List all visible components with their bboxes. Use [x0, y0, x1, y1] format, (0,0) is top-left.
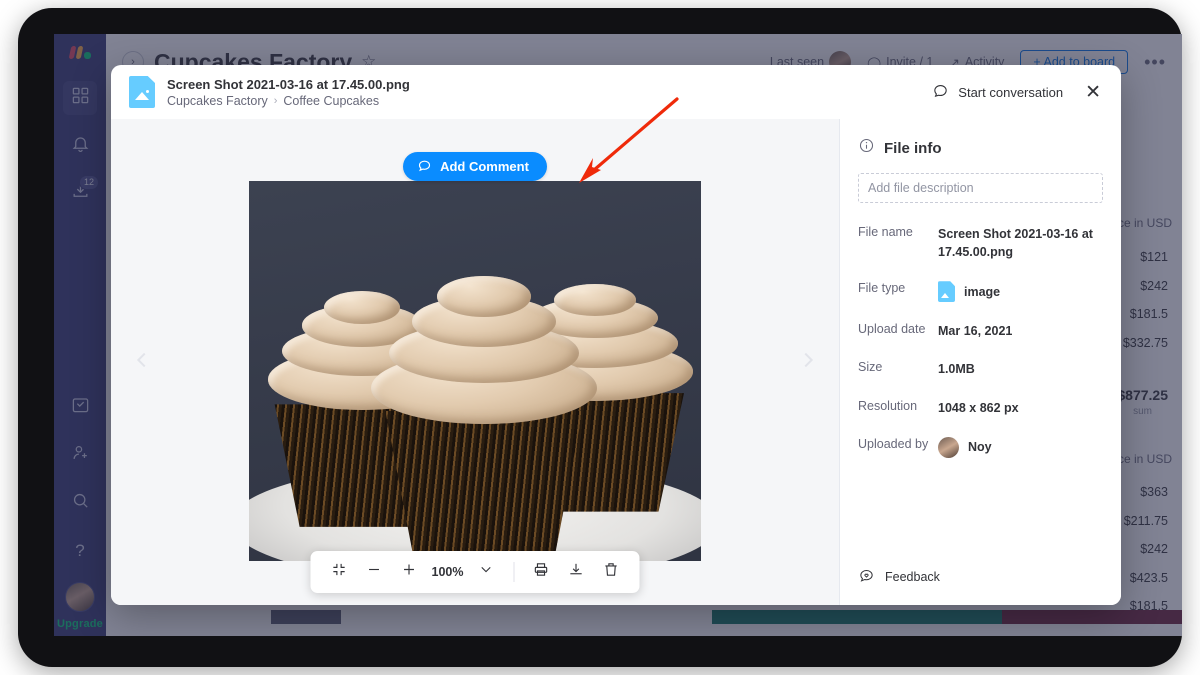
info-value: 1048 x 862 px: [938, 399, 1103, 417]
chat-bubble-icon: [932, 82, 949, 102]
file-info-title-row: File info: [858, 137, 1103, 159]
info-row-resolution: Resolution 1048 x 862 px: [858, 399, 1103, 417]
feedback-heart-bubble-icon: [858, 567, 875, 587]
breadcrumb: Cupcakes Factory › Coffee Cupcakes: [167, 94, 410, 108]
breadcrumb-separator-icon: ›: [274, 95, 278, 107]
start-conversation-button[interactable]: Start conversation: [932, 82, 1063, 102]
download-button[interactable]: [560, 556, 592, 588]
comment-icon: [417, 158, 432, 176]
image-zoom-toolbar: 100%: [311, 551, 640, 593]
info-label: File type: [858, 281, 938, 302]
start-conversation-label: Start conversation: [958, 85, 1063, 100]
print-button[interactable]: [525, 556, 557, 588]
zoom-level-label: 100%: [428, 565, 468, 579]
trash-icon: [603, 561, 620, 583]
info-value: image: [964, 283, 1000, 301]
minus-icon: [365, 561, 382, 583]
file-info-panel: File info Add file description File name…: [839, 119, 1121, 605]
chevron-left-icon: [131, 349, 153, 376]
info-circle-icon: [858, 137, 875, 159]
uploader-avatar[interactable]: [938, 437, 959, 458]
modal-header: Screen Shot 2021-03-16 at 17.45.00.png C…: [111, 65, 1121, 119]
add-comment-label: Add Comment: [440, 159, 529, 174]
modal-body: Add Comment: [111, 119, 1121, 605]
info-label: File name: [858, 225, 938, 261]
zoom-dropdown-button[interactable]: [470, 556, 502, 588]
info-value: Mar 16, 2021: [938, 322, 1103, 340]
add-comment-button[interactable]: Add Comment: [403, 152, 547, 181]
modal-file-name: Screen Shot 2021-03-16 at 17.45.00.png: [167, 77, 410, 92]
info-row-uploaded-by: Uploaded by Noy: [858, 437, 1103, 458]
info-row-file-name: File name Screen Shot 2021-03-16 at 17.4…: [858, 225, 1103, 261]
next-image-arrow[interactable]: [791, 345, 825, 379]
info-row-file-type: File type image: [858, 281, 1103, 302]
info-value: 1.0MB: [938, 360, 1103, 378]
info-label: Size: [858, 360, 938, 378]
device-frame: 12: [18, 8, 1182, 667]
image-viewer: Add Comment: [111, 119, 839, 605]
info-value-wrap: Noy: [938, 437, 1103, 458]
toolbar-divider: [513, 562, 514, 582]
info-value: Screen Shot 2021-03-16 at 17.45.00.png: [938, 225, 1103, 261]
file-info-title: File info: [884, 140, 942, 157]
delete-button[interactable]: [595, 556, 627, 588]
info-row-upload-date: Upload date Mar 16, 2021: [858, 322, 1103, 340]
image-type-icon: [938, 281, 955, 302]
cupcakes-photo[interactable]: [249, 181, 701, 561]
zoom-in-button[interactable]: [393, 556, 425, 588]
cupcake-center: [367, 276, 602, 557]
image-file-icon: [129, 76, 155, 108]
info-label: Resolution: [858, 399, 938, 417]
plus-icon: [400, 561, 417, 583]
breadcrumb-board[interactable]: Cupcakes Factory: [167, 94, 268, 108]
download-icon: [568, 561, 585, 583]
info-row-size: Size 1.0MB: [858, 360, 1103, 378]
info-value: Noy: [968, 438, 992, 456]
breadcrumb-item[interactable]: Coffee Cupcakes: [283, 94, 379, 108]
zoom-out-button[interactable]: [358, 556, 390, 588]
close-icon[interactable]: ✕: [1081, 81, 1105, 104]
fit-to-screen-button[interactable]: [323, 556, 355, 588]
chevron-right-icon: [797, 349, 819, 376]
add-comment-container: Add Comment: [111, 152, 839, 181]
chevron-down-icon: [478, 561, 495, 583]
file-description-input[interactable]: Add file description: [858, 173, 1103, 203]
file-preview-modal: Screen Shot 2021-03-16 at 17.45.00.png C…: [111, 65, 1121, 605]
previous-image-arrow[interactable]: [125, 345, 159, 379]
collapse-arrows-icon: [330, 561, 347, 583]
info-label: Uploaded by: [858, 437, 938, 458]
info-label: Upload date: [858, 322, 938, 340]
feedback-button[interactable]: Feedback: [858, 567, 1103, 587]
device-screen: 12: [54, 34, 1182, 636]
info-value-wrap: image: [938, 281, 1103, 302]
printer-icon: [533, 561, 550, 583]
feedback-label: Feedback: [885, 570, 940, 584]
